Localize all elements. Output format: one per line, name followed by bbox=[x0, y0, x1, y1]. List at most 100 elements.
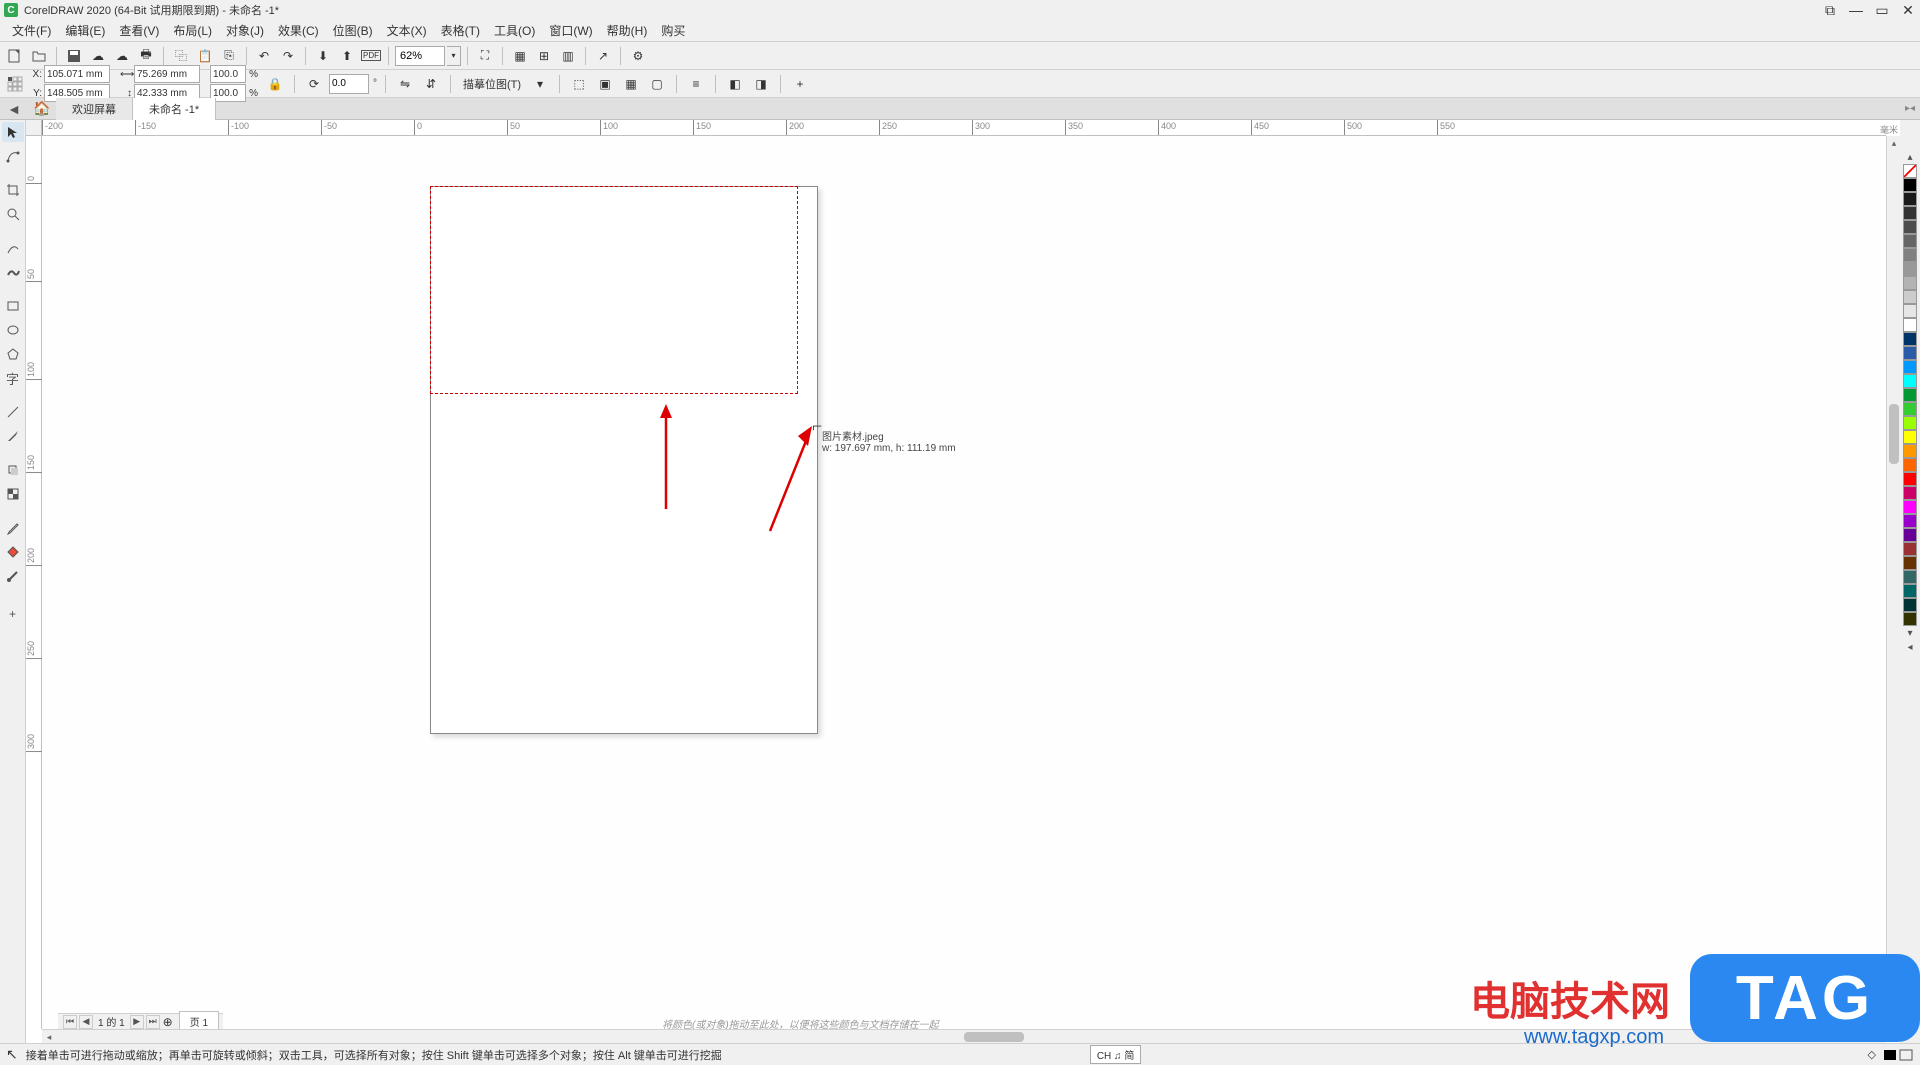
color-swatch[interactable] bbox=[1903, 486, 1917, 500]
clipboard-icon[interactable]: ⎘ bbox=[218, 45, 240, 67]
palette-up-icon[interactable]: ▴ bbox=[1903, 150, 1917, 164]
shape-tool-icon[interactable] bbox=[2, 146, 24, 166]
rectangle-tool-icon[interactable] bbox=[2, 296, 24, 316]
fill-indicator-icon[interactable]: ◇ bbox=[1868, 1048, 1876, 1061]
vertical-ruler[interactable]: 050100150200250300 bbox=[26, 136, 42, 1029]
color-swatch[interactable] bbox=[1903, 514, 1917, 528]
menu-edit[interactable]: 编辑(E) bbox=[59, 20, 111, 41]
grid-icon[interactable]: ⊞ bbox=[533, 45, 555, 67]
color-swatch[interactable] bbox=[1903, 402, 1917, 416]
print-icon[interactable]: 🖶 bbox=[135, 45, 157, 67]
menu-table[interactable]: 表格(T) bbox=[435, 20, 486, 41]
color-swatch[interactable] bbox=[1903, 416, 1917, 430]
rotate-icon[interactable]: ⟳ bbox=[303, 73, 325, 95]
cloud-up-icon[interactable]: ☁ bbox=[87, 45, 109, 67]
color-swatch[interactable] bbox=[1903, 598, 1917, 612]
color-swatch[interactable] bbox=[1903, 234, 1917, 248]
redo-icon[interactable]: ↷ bbox=[277, 45, 299, 67]
home-icon[interactable]: 🏠 bbox=[28, 98, 56, 120]
copy-icon[interactable]: ⿻ bbox=[170, 45, 192, 67]
trace-dropdown-icon[interactable]: ▾ bbox=[529, 73, 551, 95]
vertical-scrollbar[interactable]: ▴ ▾ bbox=[1886, 136, 1900, 1029]
ellipse-tool-icon[interactable] bbox=[2, 320, 24, 340]
artistic-media-icon[interactable] bbox=[2, 262, 24, 282]
pick-tool-icon[interactable] bbox=[2, 122, 24, 142]
menu-help[interactable]: 帮助(H) bbox=[601, 20, 654, 41]
eyedropper-tool-icon[interactable] bbox=[2, 518, 24, 538]
minimize-icon[interactable]: — bbox=[1848, 2, 1864, 18]
color-swatch[interactable] bbox=[1903, 360, 1917, 374]
line-tool-icon[interactable] bbox=[2, 402, 24, 422]
color-swatch[interactable] bbox=[1903, 444, 1917, 458]
menu-object[interactable]: 对象(J) bbox=[220, 20, 270, 41]
ime-indicator[interactable]: CH ♫ 简 bbox=[1090, 1045, 1142, 1064]
scale-x-input[interactable]: 100.0 bbox=[210, 65, 246, 83]
nav-first-icon[interactable]: ⏮ bbox=[63, 1015, 77, 1029]
palette-expand-icon[interactable]: ◂ bbox=[1903, 640, 1917, 654]
ruler-origin-icon[interactable] bbox=[26, 120, 42, 136]
crop-tool-icon[interactable] bbox=[2, 180, 24, 200]
straighten-icon[interactable]: ▢ bbox=[646, 73, 668, 95]
color-swatch[interactable] bbox=[1903, 472, 1917, 486]
outline-tool-icon[interactable] bbox=[2, 566, 24, 586]
crop-icon[interactable]: ⬚ bbox=[568, 73, 590, 95]
drawing-viewport[interactable]: ⌐ 图片素材.jpeg w: 197.697 mm, h: 111.19 mm … bbox=[42, 136, 1886, 1029]
scroll-thumb-h[interactable] bbox=[964, 1032, 1024, 1042]
color-swatch[interactable] bbox=[1903, 290, 1917, 304]
menu-view[interactable]: 查看(V) bbox=[113, 20, 165, 41]
color-swatch[interactable] bbox=[1903, 388, 1917, 402]
new-icon[interactable] bbox=[4, 45, 26, 67]
undo-icon[interactable]: ↶ bbox=[253, 45, 275, 67]
color-swatch[interactable] bbox=[1903, 206, 1917, 220]
color-swatch[interactable] bbox=[1903, 570, 1917, 584]
menu-bitmap[interactable]: 位图(B) bbox=[327, 20, 379, 41]
save-icon[interactable] bbox=[63, 45, 85, 67]
color-swatch[interactable] bbox=[1903, 542, 1917, 556]
fullscreen-icon[interactable]: ⛶ bbox=[474, 45, 496, 67]
guides-icon[interactable]: ▥ bbox=[557, 45, 579, 67]
close-icon[interactable]: ✕ bbox=[1900, 2, 1916, 18]
color-swatch[interactable] bbox=[1903, 374, 1917, 388]
color-swatch[interactable] bbox=[1903, 500, 1917, 514]
menu-window[interactable]: 窗口(W) bbox=[543, 20, 598, 41]
add-preset-icon[interactable]: + bbox=[789, 73, 811, 95]
import-icon[interactable]: ⬇ bbox=[312, 45, 334, 67]
menu-tools[interactable]: 工具(O) bbox=[488, 20, 541, 41]
back-icon[interactable]: ◨ bbox=[750, 73, 772, 95]
zoom-dropdown-icon[interactable]: ▾ bbox=[447, 46, 461, 66]
mirror-v-icon[interactable]: ⇵ bbox=[420, 73, 442, 95]
resample-icon[interactable]: ▦ bbox=[620, 73, 642, 95]
edit-bitmap-icon[interactable]: ▣ bbox=[594, 73, 616, 95]
color-swatch[interactable] bbox=[1903, 612, 1917, 626]
page-tab-1[interactable]: 页 1 bbox=[179, 1011, 219, 1029]
palette-down-icon[interactable]: ▾ bbox=[1903, 626, 1917, 640]
menu-text[interactable]: 文本(X) bbox=[381, 20, 433, 41]
nav-last-icon[interactable]: ⏭ bbox=[146, 1015, 160, 1029]
pdf-icon[interactable]: PDF bbox=[360, 45, 382, 67]
mirror-h-icon[interactable]: ⇋ bbox=[394, 73, 416, 95]
freehand-tool-icon[interactable] bbox=[2, 238, 24, 258]
fill-tool-icon[interactable] bbox=[2, 542, 24, 562]
color-swatch[interactable] bbox=[1903, 178, 1917, 192]
front-icon[interactable]: ◧ bbox=[724, 73, 746, 95]
dropshadow-tool-icon[interactable] bbox=[2, 460, 24, 480]
menu-layout[interactable]: 布局(L) bbox=[167, 20, 218, 41]
lock-ratio-icon[interactable]: 🔒 bbox=[264, 73, 286, 95]
restore-icon[interactable]: ▭ bbox=[1874, 2, 1890, 18]
rotation-input[interactable] bbox=[329, 74, 369, 94]
nav-prev-icon[interactable]: ◀ bbox=[79, 1015, 93, 1029]
horizontal-ruler[interactable]: -200-150-100-500501001502002503003504004… bbox=[42, 120, 1886, 136]
menu-buy[interactable]: 购买 bbox=[655, 20, 691, 41]
add-page-icon[interactable]: ⊕ bbox=[161, 1015, 175, 1029]
color-swatch[interactable] bbox=[1903, 276, 1917, 290]
color-swatch[interactable] bbox=[1903, 304, 1917, 318]
wrap-text-icon[interactable]: ≡ bbox=[685, 73, 707, 95]
scroll-left-icon[interactable]: ◂ bbox=[42, 1030, 56, 1044]
launch-icon[interactable]: ↗ bbox=[592, 45, 614, 67]
color-swatch[interactable] bbox=[1903, 248, 1917, 262]
x-coord-input[interactable]: 105.071 mm bbox=[44, 65, 110, 83]
menu-file[interactable]: 文件(F) bbox=[6, 20, 57, 41]
text-tool-icon[interactable]: 字 bbox=[2, 368, 24, 388]
collapse-tabs-icon[interactable]: ▸◂ bbox=[1900, 103, 1920, 114]
color-indicator[interactable] bbox=[1884, 1048, 1914, 1062]
